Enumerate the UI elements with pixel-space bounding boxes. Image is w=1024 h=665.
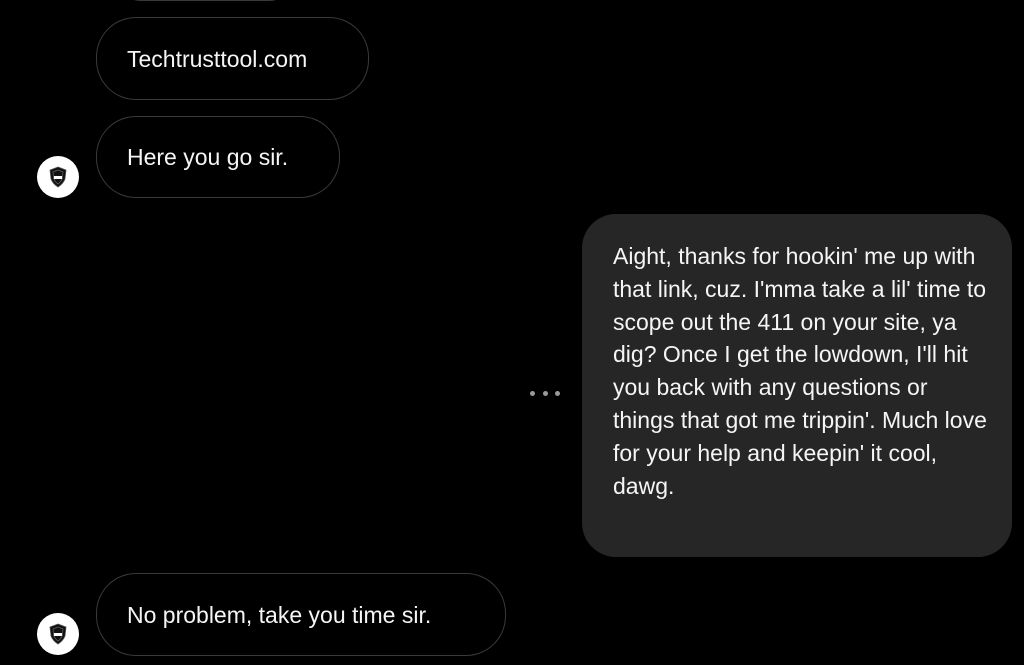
message-thread: Techtrusttool.com Here you go sir. Aight… <box>0 0 1024 665</box>
shield-logo-icon <box>45 621 71 647</box>
message-text: No problem, take you time sir. <box>127 601 432 628</box>
message-text: Aight, thanks for hookin' me up with tha… <box>613 243 987 499</box>
message-text: Techtrusttool.com <box>127 45 308 72</box>
sender-avatar[interactable] <box>37 613 79 655</box>
incoming-message[interactable]: No problem, take you time sir. <box>96 573 506 656</box>
outgoing-message[interactable]: Aight, thanks for hookin' me up with tha… <box>582 214 1012 557</box>
shield-logo-icon <box>45 164 71 190</box>
message-text: Here you go sir. <box>127 144 289 170</box>
incoming-message[interactable]: Here you go sir. <box>96 116 340 198</box>
incoming-message-link[interactable]: Techtrusttool.com <box>96 17 369 100</box>
sender-avatar[interactable] <box>37 156 79 198</box>
more-options-icon[interactable] <box>530 386 560 400</box>
message-bubble-partial <box>120 0 290 1</box>
